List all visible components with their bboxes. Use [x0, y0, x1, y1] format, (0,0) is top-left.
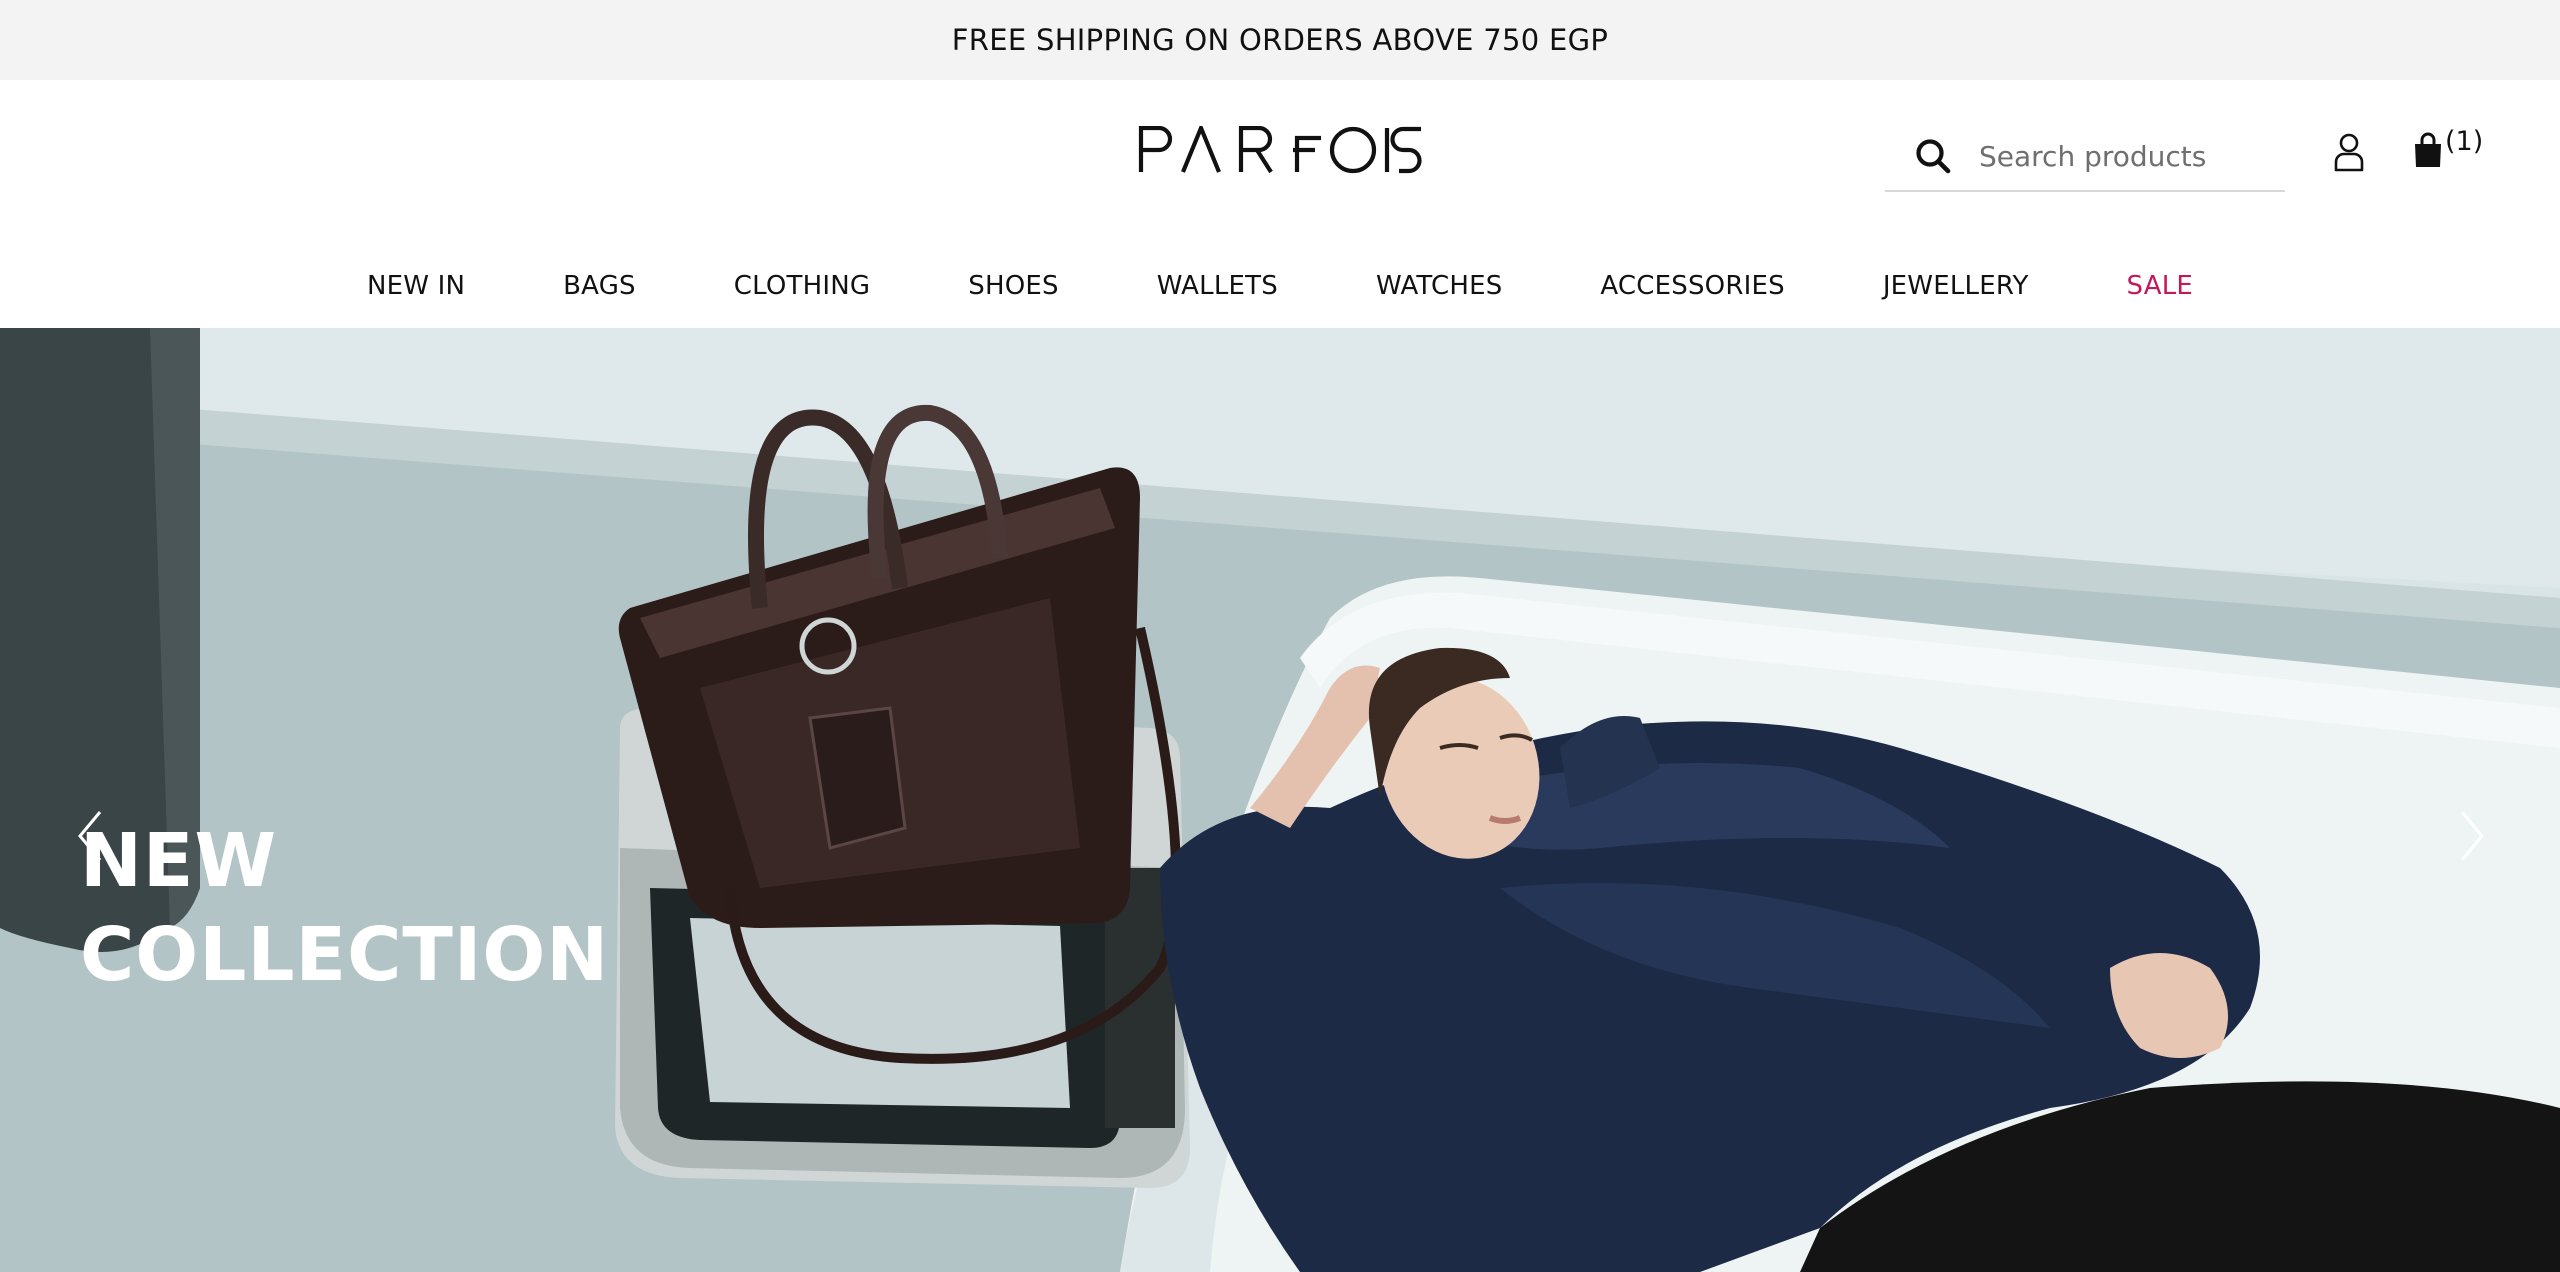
nav-item-shoes[interactable]: SHOES	[968, 271, 1058, 301]
main-nav: NEW IN BAGS CLOTHING SHOES WALLETS WATCH…	[0, 256, 2560, 316]
nav-item-bags[interactable]: BAGS	[563, 271, 636, 301]
chevron-right-icon[interactable]	[2452, 806, 2492, 866]
promo-bar: FREE SHIPPING ON ORDERS ABOVE 750 EGP	[0, 0, 2560, 80]
hero-banner[interactable]: NEW COLLECTION	[0, 328, 2560, 1272]
nav-item-accessories[interactable]: ACCESSORIES	[1600, 271, 1784, 301]
nav-item-watches[interactable]: WATCHES	[1376, 271, 1502, 301]
cart-button[interactable]: (1)	[2413, 126, 2483, 176]
hero-title: NEW COLLECTION	[80, 814, 680, 1002]
nav-item-jewellery[interactable]: JEWELLERY	[1883, 271, 2029, 301]
search-bar[interactable]	[1885, 122, 2285, 192]
nav-item-new-in[interactable]: NEW IN	[367, 271, 465, 301]
chevron-left-icon[interactable]	[70, 806, 110, 866]
promo-text: FREE SHIPPING ON ORDERS ABOVE 750 EGP	[951, 23, 1609, 57]
user-icon[interactable]	[2333, 132, 2365, 172]
parfois-logo[interactable]	[1137, 126, 1423, 174]
search-icon[interactable]	[1913, 136, 1953, 176]
hero-title-line-2: COLLECTION	[80, 912, 610, 998]
cart-count: (1)	[2445, 126, 2484, 157]
shopping-bag-icon	[2415, 132, 2441, 167]
nav-item-clothing[interactable]: CLOTHING	[734, 271, 870, 301]
hero-image	[0, 328, 2560, 1272]
search-input[interactable]	[1979, 139, 2279, 173]
nav-item-sale[interactable]: SALE	[2127, 271, 2194, 301]
site-header: (1) NEW IN BAGS CLOTHING SHOES WALLETS W…	[0, 80, 2560, 328]
hero-title-line-1: NEW	[80, 818, 278, 904]
nav-item-wallets[interactable]: WALLETS	[1157, 271, 1278, 301]
